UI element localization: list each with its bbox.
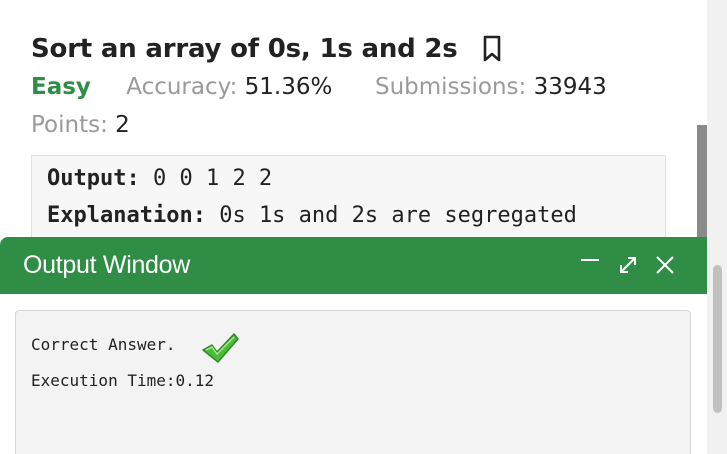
page-scrollbar-thumb[interactable] <box>713 265 722 413</box>
result-text: Correct Answer. <box>31 335 176 354</box>
output-window-title: Output Window <box>23 251 191 279</box>
output-window: Output Window Correct Answer. Execution … <box>0 237 707 454</box>
example-explanation-line: Explanation: 0s 1s and 2s are segregated <box>47 203 577 228</box>
accuracy-label: Accuracy: <box>126 74 238 100</box>
explanation-label: Explanation: <box>47 203 206 228</box>
output-value: 0 0 1 2 2 <box>152 166 273 191</box>
expand-icon[interactable] <box>616 253 640 277</box>
output-console: Correct Answer. Execution Time:0.12 <box>15 310 691 454</box>
checkmark-icon <box>200 331 240 365</box>
close-icon[interactable] <box>653 253 677 277</box>
problem-meta: Easy Accuracy: 51.36% Submissions: 33943 <box>31 74 607 100</box>
output-window-header: Output Window <box>0 237 707 294</box>
problem-scrollbar-thumb[interactable] <box>697 125 707 237</box>
title-row: Sort an array of 0s, 1s and 2s <box>31 34 502 64</box>
difficulty-badge: Easy <box>31 74 91 100</box>
accuracy-value: 51.36% <box>244 74 333 100</box>
problem-title: Sort an array of 0s, 1s and 2s <box>31 34 458 64</box>
output-label: Output: <box>47 166 140 191</box>
execution-time: Execution Time:0.12 <box>31 371 215 390</box>
points-label: Points: <box>31 112 108 138</box>
page: Sort an array of 0s, 1s and 2s Easy Accu… <box>0 0 727 454</box>
points-value: 2 <box>115 112 130 138</box>
example-output-line: Output: 0 0 1 2 2 <box>47 166 272 191</box>
points-row: Points: 2 <box>31 112 130 138</box>
bookmark-icon[interactable] <box>482 35 502 63</box>
submissions-value: 33943 <box>533 74 607 100</box>
explanation-value: 0s 1s and 2s are segregated <box>219 203 577 228</box>
submissions-label: Submissions: <box>374 74 527 100</box>
minimize-icon[interactable] <box>578 249 602 273</box>
